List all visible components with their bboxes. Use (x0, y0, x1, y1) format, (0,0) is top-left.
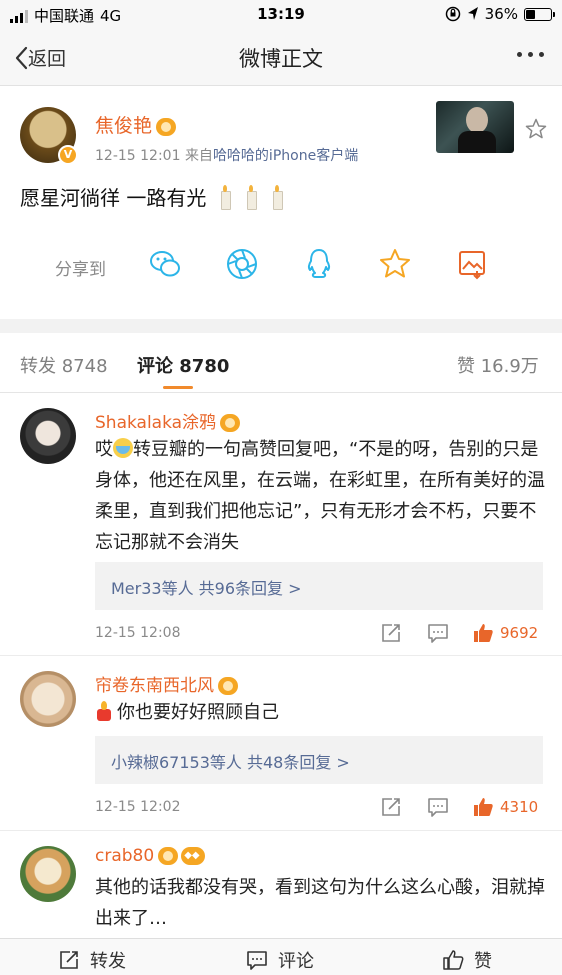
like-icon[interactable] (472, 622, 494, 644)
avatar-pendant-image[interactable] (436, 101, 514, 153)
post-author-row: 焦俊艳 (95, 111, 177, 138)
like-icon[interactable] (472, 796, 494, 818)
candle-emoji-icon (244, 184, 258, 210)
commenter-name[interactable]: 帘卷东南西北风 (95, 676, 214, 696)
replies-summary[interactable]: Mer33等人 共96条回复 > (95, 562, 543, 610)
comment-label: 评论 (278, 951, 314, 972)
post-author-name[interactable]: 焦俊艳 (95, 115, 152, 137)
post-source-prefix: 来自 (184, 148, 213, 164)
comment-item: Shakalaka涂鸦 哎转豆瓣的一句高赞回复吧，“不是的呀，告别的只是身体，他… (0, 394, 562, 656)
share-label: 分享到 (55, 260, 106, 280)
page-title: 微博正文 (239, 47, 323, 71)
vip-badge-icon (218, 677, 238, 695)
comment-footer: 12-15 12:08 9692 (0, 620, 562, 650)
orientation-lock-icon (445, 6, 460, 22)
repost-icon[interactable] (380, 796, 402, 818)
nav-bar: 返回 微博正文 (0, 30, 562, 86)
post-tabs: 转发 8748 评论 8780 赞 16.9万 (0, 333, 562, 393)
more-button[interactable] (513, 44, 548, 65)
tab-repost[interactable]: 转发 8748 (20, 352, 108, 378)
repost-label: 转发 (90, 951, 126, 972)
replies-summary[interactable]: 小辣椒67153等人 共48条回复 > (95, 736, 543, 784)
moments-icon[interactable] (225, 247, 259, 281)
repost-icon (60, 951, 78, 969)
share-row: 分享到 (0, 247, 562, 287)
location-icon (467, 7, 478, 20)
wechat-icon[interactable] (148, 247, 182, 281)
commenter-avatar[interactable] (20, 846, 76, 902)
commenter-row: Shakalaka涂鸦 (95, 408, 241, 433)
commenter-name[interactable]: crab80 (95, 846, 154, 866)
comment-time: 12-15 12:08 (95, 625, 181, 641)
comment-time: 12-15 12:02 (95, 799, 181, 815)
reply-icon[interactable] (427, 622, 449, 644)
comment-item: crab80 ◆◆ 其他的话我都没有哭，看到这句为什么这么心酸，泪就掉出来了… (0, 832, 562, 938)
vip-badge-icon (158, 847, 179, 865)
crying-emoji-icon (113, 438, 133, 458)
favorite-star-icon[interactable] (524, 117, 548, 141)
comment-text-post: 转豆瓣的一句高赞回复吧，“不是的呀，告别的只是身体，他还在风里，在云端，在彩虹里… (95, 439, 545, 553)
qq-icon[interactable] (302, 247, 336, 281)
comment-footer: 12-15 12:02 4310 (0, 794, 562, 824)
tab-comments[interactable]: 评论 8780 (137, 352, 229, 378)
post-meta: 12-15 12:01 来自哈哈哈的iPhone客户端 (95, 145, 358, 165)
status-bar: 中国联通 4G 13:19 36% (0, 0, 562, 30)
comment-text: 你也要好好照顾自己 (95, 697, 545, 728)
like-count: 4310 (500, 798, 539, 816)
tab-indicator (163, 386, 193, 389)
tab-likes[interactable]: 赞 16.9万 (457, 352, 539, 378)
commenter-row: crab80 ◆◆ (95, 846, 205, 866)
post-time: 12-15 12:01 (95, 148, 181, 164)
status-right: 36% (445, 5, 555, 23)
verified-badge-icon: V (58, 145, 78, 165)
candle-emoji-icon (218, 184, 232, 210)
more-dots-icon (517, 52, 522, 57)
commenter-name[interactable]: Shakalaka涂鸦 (95, 413, 216, 433)
comment-icon (247, 951, 267, 970)
post-text: 愿星河徜徉 一路有光 (20, 186, 207, 210)
commenter-avatar[interactable] (20, 671, 76, 727)
like-count: 9692 (500, 624, 539, 642)
qzone-star-icon[interactable] (378, 247, 412, 281)
comment-text: 哎转豆瓣的一句高赞回复吧，“不是的呀，告别的只是身体，他还在风里，在云端，在彩虹… (95, 434, 545, 558)
battery-percent: 36% (484, 5, 518, 23)
commenter-avatar[interactable] (20, 408, 76, 464)
like-button[interactable]: 赞 (442, 947, 492, 973)
candle-emoji-icon (95, 701, 113, 721)
repost-icon[interactable] (380, 622, 402, 644)
comment-text: 其他的话我都没有哭，看到这句为什么这么心酸，泪就掉出来了… (95, 877, 545, 929)
thumbs-up-icon (443, 950, 464, 970)
member-badge-icon: ◆◆ (181, 847, 205, 865)
reply-icon[interactable] (427, 796, 449, 818)
post-source[interactable]: 哈哈哈的iPhone客户端 (213, 148, 358, 164)
post-content: 愿星河徜徉 一路有光 (20, 182, 284, 211)
commenter-row: 帘卷东南西北风 (95, 671, 238, 696)
comment-item: 帘卷东南西北风 你也要好好照顾自己 小辣椒67153等人 共48条回复 > 12… (0, 657, 562, 831)
comment-text-pre: 哎 (95, 439, 113, 460)
candle-emoji-icon (270, 184, 284, 210)
vip-badge-icon (156, 117, 177, 136)
save-image-icon[interactable] (455, 247, 489, 281)
weibo-post: V 焦俊艳 12-15 12:01 来自哈哈哈的iPhone客户端 愿星河徜徉 … (0, 87, 562, 319)
vip-badge-icon (220, 414, 241, 432)
comment-text-body: 你也要好好照顾自己 (117, 702, 279, 723)
bottom-toolbar: 转发 评论 赞 (0, 938, 562, 975)
comment-button[interactable]: 评论 (246, 947, 314, 973)
section-divider (0, 319, 562, 333)
repost-button[interactable]: 转发 (58, 947, 126, 973)
battery-icon (524, 7, 555, 21)
like-label: 赞 (474, 951, 492, 972)
